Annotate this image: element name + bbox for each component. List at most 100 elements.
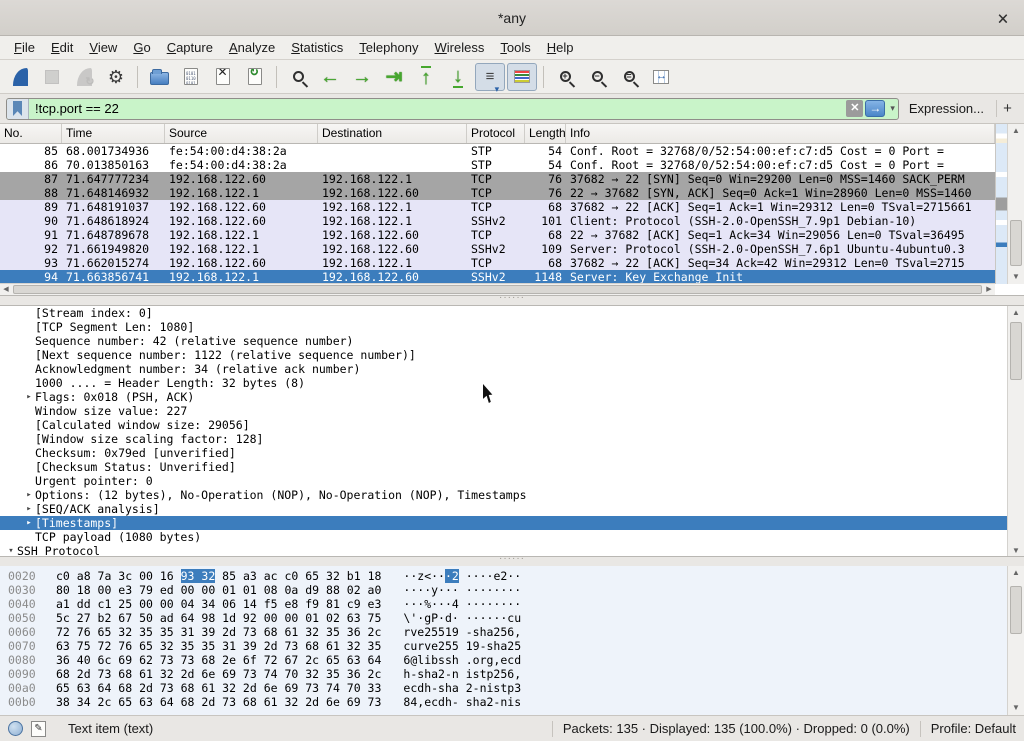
zoom-out-button[interactable]: − <box>582 63 612 91</box>
filter-add-button[interactable]: + <box>996 100 1018 117</box>
detail-line[interactable]: ▸[Timestamps] <box>0 516 1007 530</box>
detail-line[interactable]: Window size value: 227 <box>0 404 1007 418</box>
packet-row-86[interactable]: 8670.013850163fe:54:00:d4:38:2aSTP54Conf… <box>0 158 995 172</box>
close-file-button[interactable]: ✕ <box>208 63 238 91</box>
filter-history-dropdown-icon[interactable]: ▾ <box>887 103 898 114</box>
packet-row-85[interactable]: 8568.001734936fe:54:00:d4:38:2aSTP54Conf… <box>0 144 995 158</box>
profile-label[interactable]: Profile: Default <box>931 721 1016 736</box>
go-to-packet-button[interactable]: ⇥ <box>379 63 409 91</box>
menu-statistics[interactable]: Statistics <box>283 37 351 58</box>
go-back-button[interactable]: ← <box>315 63 345 91</box>
detail-line[interactable]: ▸[SEQ/ACK analysis] <box>0 502 1007 516</box>
expand-arrow-icon[interactable]: ▾ <box>5 544 17 556</box>
restart-capture-button[interactable]: ↻ <box>69 63 99 91</box>
detail-line[interactable]: Checksum: 0x79ed [unverified] <box>0 446 1007 460</box>
packet-row-93[interactable]: 9371.662015274192.168.122.60192.168.122.… <box>0 256 995 270</box>
packet-row-89[interactable]: 8971.648191037192.168.122.60192.168.122.… <box>0 200 995 214</box>
packet-row-92[interactable]: 9271.661949820192.168.122.1192.168.122.6… <box>0 242 995 256</box>
packet-list-minimap[interactable] <box>995 124 1007 284</box>
column-header-protocol[interactable]: Protocol <box>467 124 525 143</box>
menu-edit[interactable]: Edit <box>43 37 81 58</box>
column-header-source[interactable]: Source <box>165 124 318 143</box>
menu-tools[interactable]: Tools <box>492 37 538 58</box>
expert-info-icon[interactable] <box>8 721 23 736</box>
scroll-down-icon[interactable]: ▼ <box>1008 701 1024 715</box>
scrollbar-thumb[interactable] <box>1010 586 1022 634</box>
go-last-button[interactable]: ↓ <box>443 63 473 91</box>
stop-capture-button[interactable] <box>37 63 67 91</box>
hex-row-00b0[interactable]: 00b038 34 2c 65 63 64 68 2d 73 68 61 32 … <box>0 695 1024 709</box>
go-first-button[interactable]: ↑ <box>411 63 441 91</box>
column-header-info[interactable]: Info <box>566 124 995 143</box>
filter-bookmark-button[interactable] <box>7 99 29 119</box>
detail-line[interactable]: [Next sequence number: 1122 (relative se… <box>0 348 1007 362</box>
menu-capture[interactable]: Capture <box>159 37 221 58</box>
expand-arrow-icon[interactable]: ▸ <box>23 502 35 516</box>
scroll-up-icon[interactable]: ▲ <box>1008 124 1024 138</box>
detail-line[interactable]: 1000 .... = Header Length: 32 bytes (8) <box>0 376 1007 390</box>
column-header-time[interactable]: Time <box>62 124 165 143</box>
open-file-button[interactable] <box>144 63 174 91</box>
column-header-destination[interactable]: Destination <box>318 124 467 143</box>
menu-analyze[interactable]: Analyze <box>221 37 283 58</box>
go-forward-button[interactable]: → <box>347 63 377 91</box>
colorize-button[interactable] <box>507 63 537 91</box>
pane-splitter[interactable] <box>0 557 1024 566</box>
menu-go[interactable]: Go <box>125 37 158 58</box>
filter-apply-button[interactable]: → <box>865 100 885 117</box>
menu-wireless[interactable]: Wireless <box>427 37 493 58</box>
details-vscrollbar[interactable]: ▲ ▼ <box>1007 306 1024 557</box>
menu-help[interactable]: Help <box>539 37 582 58</box>
scrollbar-thumb[interactable] <box>1010 322 1022 380</box>
scroll-left-icon[interactable]: ◀ <box>0 284 12 295</box>
scroll-up-icon[interactable]: ▲ <box>1008 306 1024 320</box>
hex-row-00a0[interactable]: 00a065 63 64 68 2d 73 68 61 32 2d 6e 69 … <box>0 681 1024 695</box>
detail-line[interactable]: [Window size scaling factor: 128] <box>0 432 1007 446</box>
hex-row-0060[interactable]: 006072 76 65 32 35 35 31 39 2d 73 68 61 … <box>0 625 1024 639</box>
find-packet-button[interactable] <box>283 63 313 91</box>
packet-list-hscrollbar[interactable]: ◀ ▶ <box>0 283 995 295</box>
expand-arrow-icon[interactable]: ▸ <box>23 516 35 530</box>
bytes-vscrollbar[interactable]: ▲ ▼ <box>1007 566 1024 715</box>
detail-line[interactable]: Urgent pointer: 0 <box>0 474 1007 488</box>
start-capture-button[interactable] <box>5 63 35 91</box>
packet-row-94[interactable]: 9471.663856741192.168.122.1192.168.122.6… <box>0 270 995 284</box>
scroll-down-icon[interactable]: ▼ <box>1008 270 1024 284</box>
window-titlebar[interactable]: *any 🗙 <box>0 0 1024 36</box>
scroll-up-icon[interactable]: ▲ <box>1008 566 1024 580</box>
scroll-right-icon[interactable]: ▶ <box>983 284 995 295</box>
hex-row-0040[interactable]: 0040a1 dd c1 25 00 00 04 34 06 14 f5 e8 … <box>0 597 1024 611</box>
save-file-button[interactable]: 0101 0110 0101 <box>176 63 206 91</box>
reload-file-button[interactable]: ↻ <box>240 63 270 91</box>
detail-line[interactable]: [Calculated window size: 29056] <box>0 418 1007 432</box>
detail-line[interactable]: [Checksum Status: Unverified] <box>0 460 1007 474</box>
pane-splitter[interactable] <box>0 296 1024 305</box>
hex-row-0020[interactable]: 0020c0 a8 7a 3c 00 16 93 32 85 a3 ac c0 … <box>0 569 1024 583</box>
hex-row-0070[interactable]: 007063 75 72 76 65 32 35 35 31 39 2d 73 … <box>0 639 1024 653</box>
packet-list-vscrollbar[interactable]: ▲ ▼ <box>1007 124 1024 284</box>
detail-line[interactable]: [TCP Segment Len: 1080] <box>0 320 1007 334</box>
packet-row-88[interactable]: 8871.648146932192.168.122.1192.168.122.6… <box>0 186 995 200</box>
auto-scroll-button[interactable]: ≡ <box>475 63 505 91</box>
menu-telephony[interactable]: Telephony <box>351 37 426 58</box>
detail-line[interactable]: Sequence number: 42 (relative sequence n… <box>0 334 1007 348</box>
hex-row-0050[interactable]: 00505c 27 b2 67 50 ad 64 98 1d 92 00 00 … <box>0 611 1024 625</box>
scrollbar-thumb[interactable] <box>13 285 982 294</box>
detail-line[interactable]: ▸Options: (12 bytes), No-Operation (NOP)… <box>0 488 1007 502</box>
detail-line[interactable]: Acknowledgment number: 34 (relative ack … <box>0 362 1007 376</box>
window-close-icon[interactable]: 🗙 <box>994 9 1012 27</box>
capture-comment-icon[interactable]: ✎ <box>31 721 46 737</box>
detail-line[interactable]: ▸Flags: 0x018 (PSH, ACK) <box>0 390 1007 404</box>
column-header-no[interactable]: No. <box>0 124 62 143</box>
detail-line[interactable]: [Stream index: 0] <box>0 306 1007 320</box>
capture-options-button[interactable]: ⚙ <box>101 63 131 91</box>
packet-row-91[interactable]: 9171.648789678192.168.122.1192.168.122.6… <box>0 228 995 242</box>
packet-row-90[interactable]: 9071.648618924192.168.122.60192.168.122.… <box>0 214 995 228</box>
hex-row-0090[interactable]: 009068 2d 73 68 61 32 2d 6e 69 73 74 70 … <box>0 667 1024 681</box>
hex-row-0080[interactable]: 008036 40 6c 69 62 73 73 68 2e 6f 72 67 … <box>0 653 1024 667</box>
packet-row-87[interactable]: 8771.647777234192.168.122.60192.168.122.… <box>0 172 995 186</box>
expand-arrow-icon[interactable]: ▸ <box>23 488 35 502</box>
scroll-down-icon[interactable]: ▼ <box>1008 544 1024 557</box>
column-header-length[interactable]: Length <box>525 124 566 143</box>
scrollbar-thumb[interactable] <box>1010 220 1022 266</box>
